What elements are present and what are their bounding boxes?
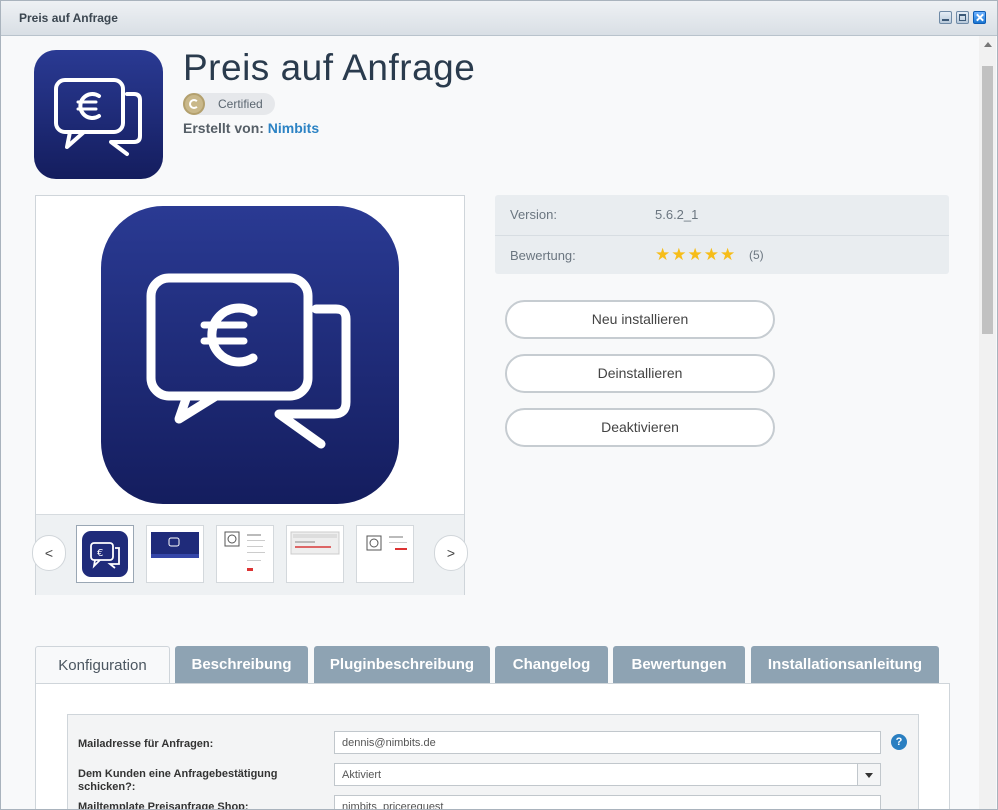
mail-address-input[interactable] <box>334 731 881 754</box>
mail-template-label: Mailtemplate Preisanfrage Shop: <box>78 801 249 809</box>
reinstall-button[interactable]: Neu installieren <box>505 300 775 339</box>
scrollbar-thumb[interactable] <box>982 66 993 334</box>
tab-changelog[interactable]: Changelog <box>495 646 608 684</box>
version-value: 5.6.2_1 <box>655 207 699 222</box>
tab-konfiguration[interactable]: Konfiguration <box>35 646 170 685</box>
creator-link[interactable]: Nimbits <box>268 120 319 136</box>
page-title: Preis auf Anfrage <box>183 47 476 88</box>
rating-row: Bewertung: ★★★★★ (5) <box>495 235 949 276</box>
minimize-icon[interactable] <box>939 11 952 24</box>
thumbnail-1[interactable]: € <box>76 525 134 583</box>
thumbnail-5[interactable] <box>356 525 414 583</box>
creator-prefix: Erstellt von: <box>183 120 264 136</box>
app-icon <box>34 50 163 179</box>
chat-euro-icon <box>146 273 351 449</box>
rating-stars-icon: ★★★★★ <box>655 245 737 264</box>
tab-installationsanleitung[interactable]: Installationsanleitung <box>751 646 939 684</box>
svg-text:€: € <box>97 548 103 559</box>
thumbnail-4[interactable] <box>286 525 344 583</box>
mail-address-label: Mailadresse für Anfragen: <box>78 738 214 750</box>
version-label: Version: <box>510 207 557 222</box>
thumbnail-3[interactable] <box>216 525 274 583</box>
help-icon[interactable]: ? <box>891 734 907 750</box>
tab-beschreibung[interactable]: Beschreibung <box>175 646 308 684</box>
configuration-panel: Mailadresse für Anfragen: ? Dem Kunden e… <box>35 683 950 809</box>
detail-tabs: Konfiguration Beschreibung Pluginbeschre… <box>35 646 949 685</box>
gallery-next-button[interactable]: > <box>434 535 468 571</box>
deactivate-button[interactable]: Deaktivieren <box>505 408 775 447</box>
tab-bewertungen[interactable]: Bewertungen <box>613 646 745 684</box>
tab-pluginbeschreibung[interactable]: Pluginbeschreibung <box>314 646 490 684</box>
confirmation-select[interactable]: Aktiviert <box>334 763 881 786</box>
close-icon[interactable] <box>973 11 986 24</box>
plugin-detail-content: Preis auf Anfrage Certified Erstellt von… <box>1 36 979 809</box>
gallery-prev-button[interactable]: < <box>32 535 66 571</box>
confirmation-select-value: Aktiviert <box>342 769 382 781</box>
certified-seal-icon <box>183 93 205 115</box>
main-preview-image <box>101 206 399 504</box>
mail-template-input[interactable] <box>334 795 881 809</box>
uninstall-button[interactable]: Deinstallieren <box>505 354 775 393</box>
maximize-icon[interactable] <box>956 11 969 24</box>
vertical-scrollbar[interactable] <box>979 36 996 809</box>
config-form: Mailadresse für Anfragen: ? Dem Kunden e… <box>67 714 919 809</box>
thumbnail-strip: < € > <box>32 514 468 595</box>
version-row: Version: 5.6.2_1 <box>495 195 949 235</box>
rating-label: Bewertung: <box>510 248 576 263</box>
scroll-up-arrow-icon[interactable] <box>984 42 992 47</box>
window-titlebar[interactable]: Preis auf Anfrage <box>1 1 997 36</box>
plugin-info-box: Version: 5.6.2_1 Bewertung: ★★★★★ (5) <box>495 195 949 274</box>
thumbnail-2[interactable] <box>146 525 204 583</box>
window-title: Preis auf Anfrage <box>19 11 118 25</box>
certified-badge: Certified <box>183 93 275 115</box>
rating-count: (5) <box>749 248 764 262</box>
creator-line: Erstellt von: Nimbits <box>183 120 319 136</box>
screenshot-gallery: < € > <box>32 195 468 595</box>
plugin-window: Preis auf Anfrage Preis auf Anfrage Cert… <box>0 0 998 810</box>
certified-label: Certified <box>218 97 263 111</box>
chat-euro-icon <box>54 78 142 156</box>
chevron-down-icon <box>865 773 873 778</box>
confirmation-label: Dem Kunden eine Anfragebestätigung schic… <box>78 768 278 793</box>
